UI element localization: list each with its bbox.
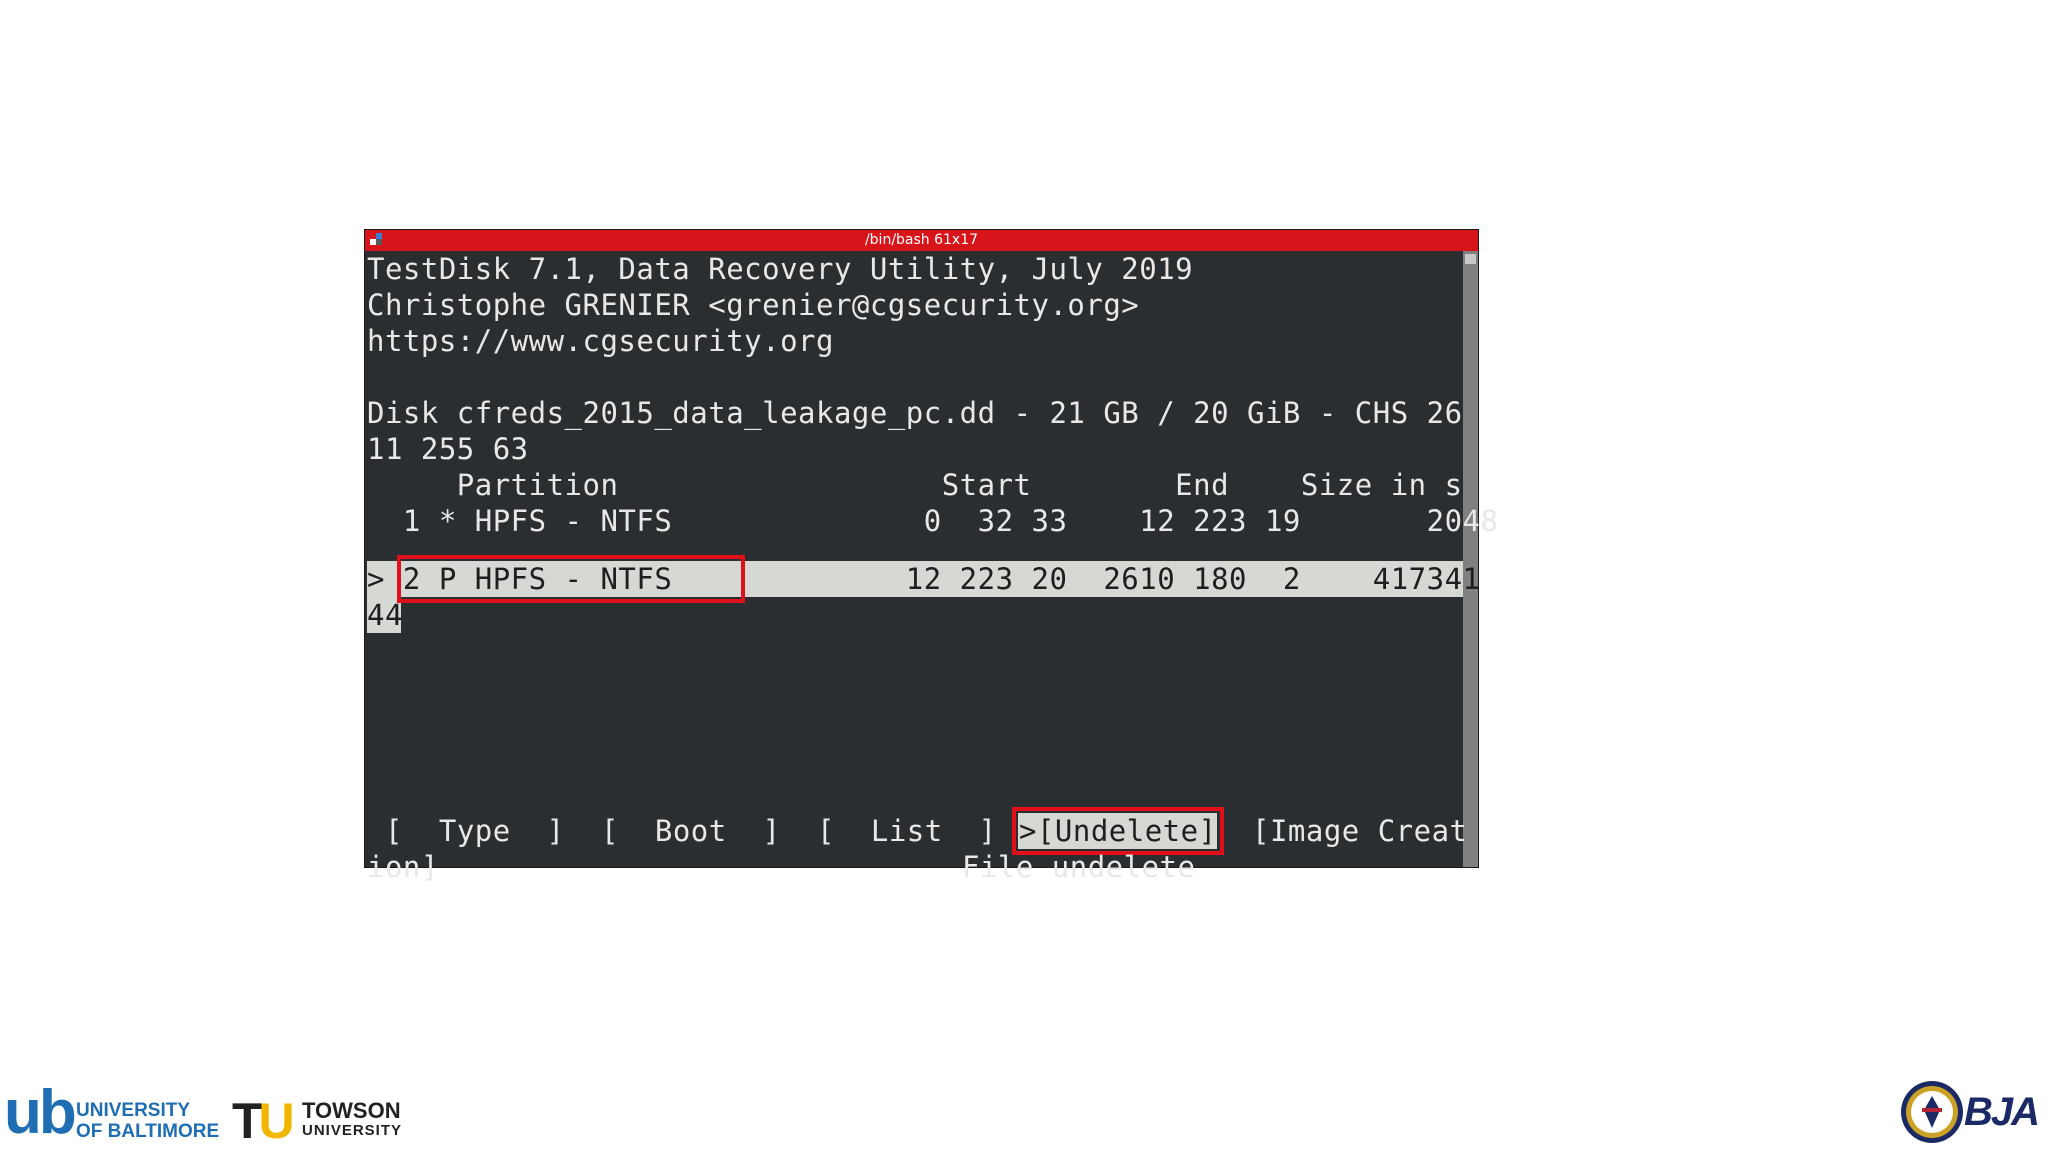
annotation-box-partition xyxy=(397,555,745,603)
ub-logo-text: UNIVERSITY OF BALTIMORE xyxy=(76,1100,219,1142)
menu-image-creation-wrap[interactable]: ion] xyxy=(367,849,439,885)
towson-logo-u: U xyxy=(258,1093,295,1149)
doj-seal-icon xyxy=(1901,1081,1963,1143)
partition-row-1[interactable]: 1 * HPFS - NTFS 0 32 33 12 223 19 2048 xyxy=(367,503,1498,539)
header-line-title: TestDisk 7.1, Data Recovery Utility, Jul… xyxy=(367,252,1194,286)
towson-logo-line-2: UNIVERSITY xyxy=(302,1122,403,1139)
status-hint: File undelete xyxy=(962,850,1196,884)
disk-info-line-wrap: 11 255 63 xyxy=(367,432,529,466)
scrollbar-thumb[interactable] xyxy=(1465,254,1476,264)
towson-logo-text: TOWSON UNIVERSITY xyxy=(302,1098,403,1141)
terminal-scrollbar[interactable] xyxy=(1463,251,1478,867)
ub-logo-mark: ub xyxy=(4,1078,77,1147)
bja-logo-text: BJA xyxy=(1964,1090,2040,1134)
terminal-titlebar[interactable]: /bin/bash 61x17 xyxy=(365,230,1478,251)
towson-logo-mark: TU xyxy=(232,1093,295,1149)
header-line-author: Christophe GRENIER <grenier@cgsecurity.o… xyxy=(367,288,1140,322)
header-line-url: https://www.cgsecurity.org xyxy=(367,324,834,358)
towson-logo-t: T xyxy=(232,1093,262,1149)
terminal-window[interactable]: /bin/bash 61x17 TestDisk 7.1, Data Recov… xyxy=(365,230,1498,884)
annotation-box-undelete xyxy=(1012,807,1224,855)
window-title: /bin/bash 61x17 xyxy=(864,232,979,248)
disk-info-line: Disk cfreds_2015_data_leakage_pc.dd - 21… xyxy=(367,396,1463,430)
partition-table-header: Partition Start End Size in s xyxy=(367,468,1463,502)
ub-logo-line-1: UNIVERSITY xyxy=(76,1100,191,1121)
towson-logo-line-1: TOWSON xyxy=(302,1098,401,1123)
terminal-app-icon xyxy=(370,233,384,247)
menu-boot-button[interactable]: [ Boot ] xyxy=(601,813,781,849)
ub-logo-line-2: OF BALTIMORE xyxy=(76,1121,220,1142)
menu-image-creation-button[interactable]: [Image Creat xyxy=(1252,813,1468,849)
menu-list-button[interactable]: [ List ] xyxy=(817,813,997,849)
terminal-screen[interactable]: TestDisk 7.1, Data Recovery Utility, Jul… xyxy=(367,251,1498,884)
menu-type-button[interactable]: [ Type ] xyxy=(385,813,565,849)
